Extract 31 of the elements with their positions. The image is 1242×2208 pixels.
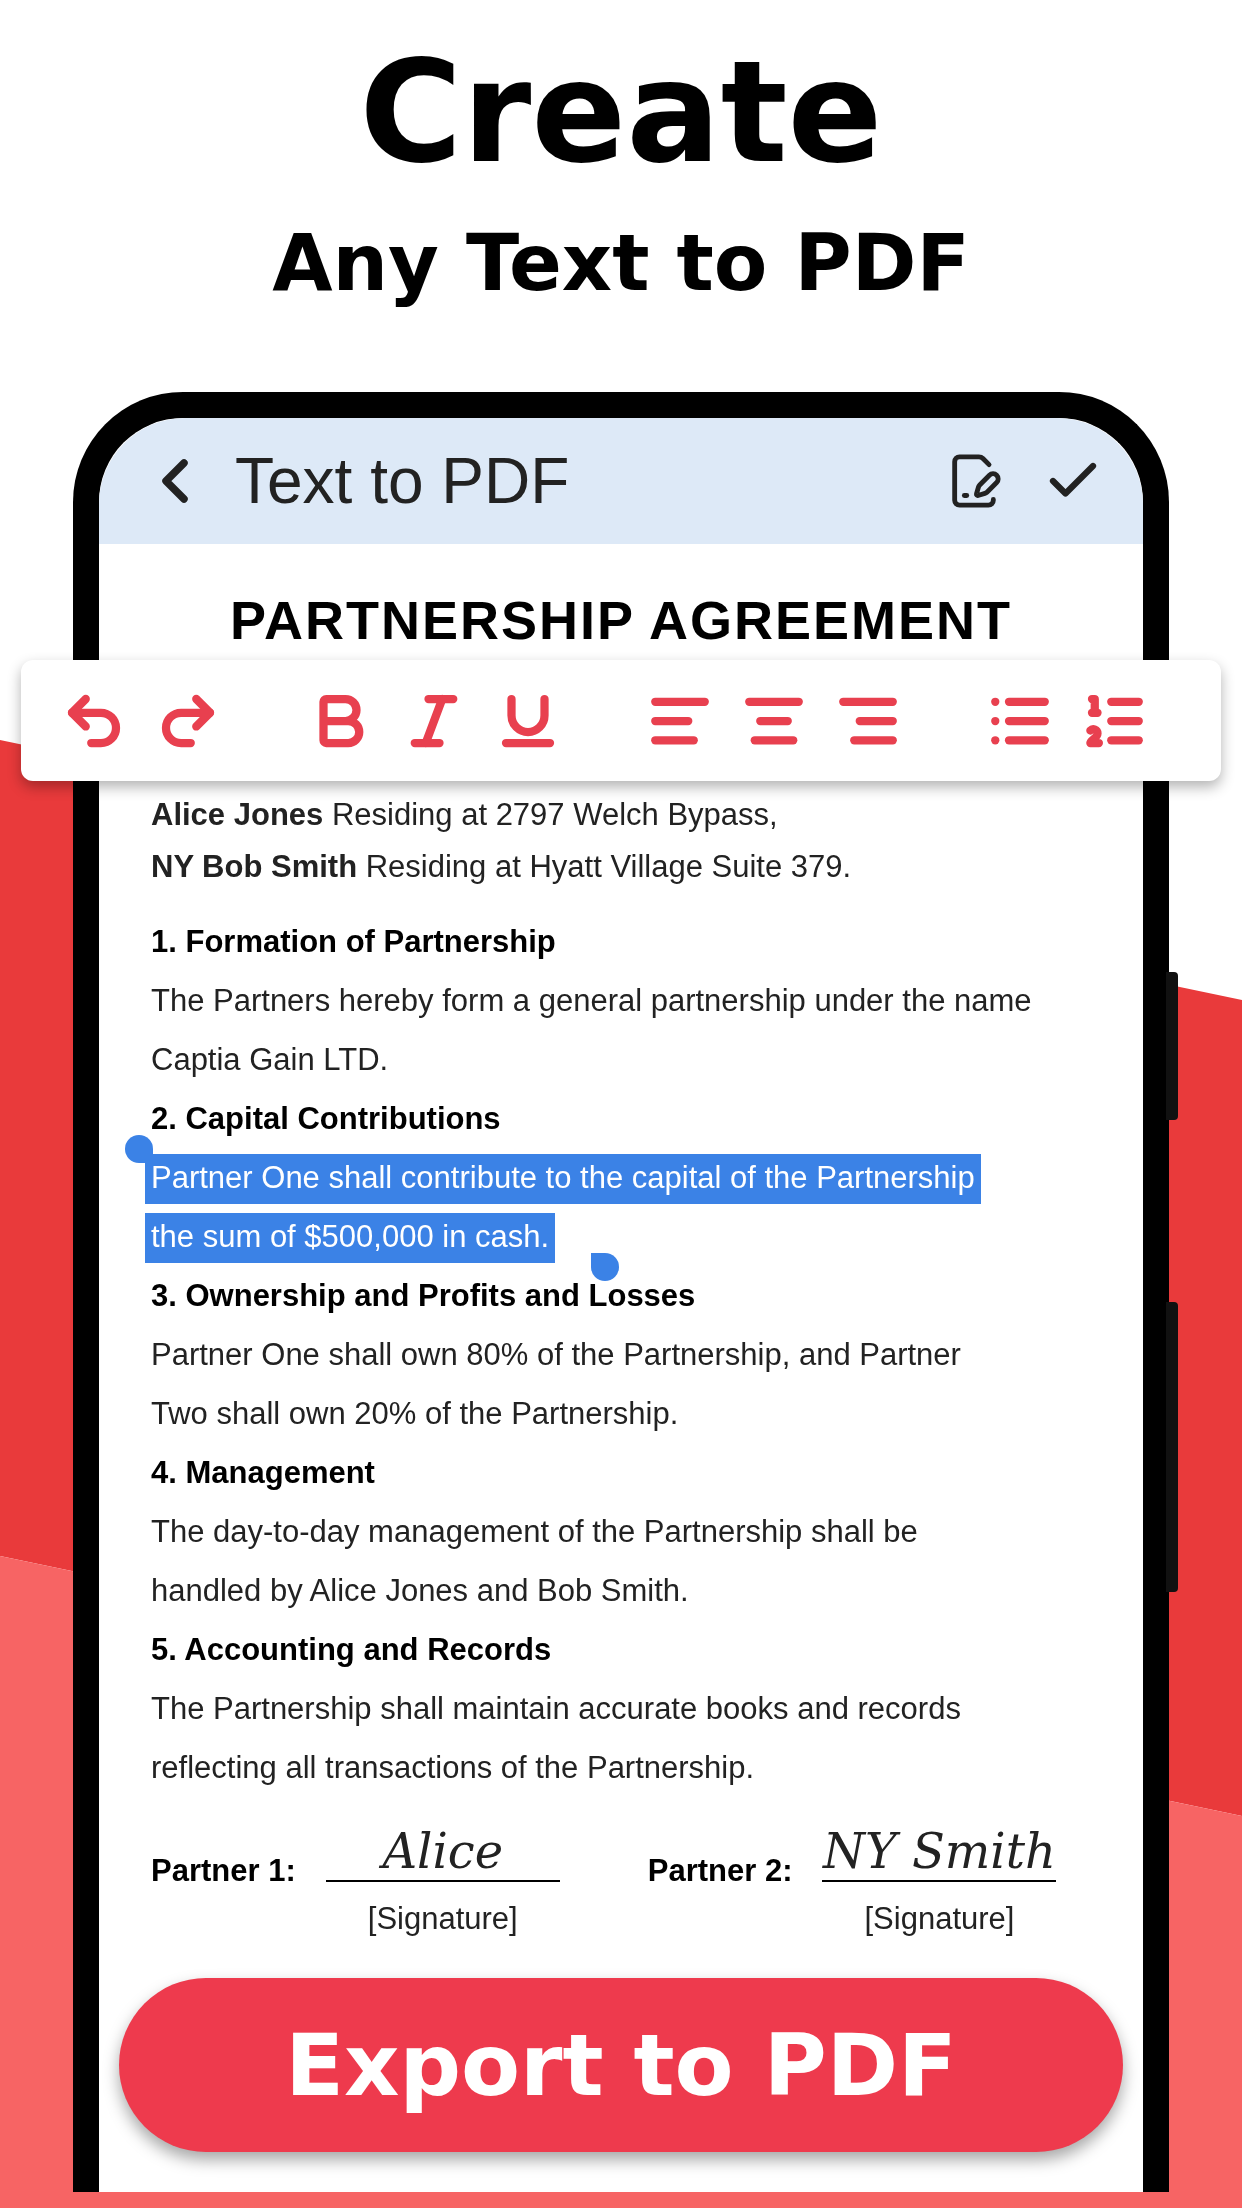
section-heading: 2. Capital Contributions	[151, 1100, 502, 1139]
subheadline: Any Text to PDF	[272, 217, 970, 310]
headline: Create	[359, 30, 883, 196]
section-heading: 3. Ownership and Profits and Losses	[151, 1277, 697, 1316]
signature-label: Partner 1:	[151, 1852, 296, 1890]
signature-caption: [Signature]	[367, 1900, 518, 1938]
body-text: Partner One shall own 80% of the Partnership, and Partner	[151, 1336, 961, 1375]
body-text: handled by Alice Jones and Bob Smith.	[151, 1572, 689, 1611]
body-text: Captia Gain LTD.	[151, 1041, 389, 1080]
signature-line[interactable]: NY Smith	[822, 1814, 1057, 1882]
document-title: PARTNERSHIP AGREEMENT	[228, 589, 1014, 652]
selection-handle[interactable]	[591, 1253, 619, 1281]
body-text: The Partnership shall maintain accurate books and records	[151, 1690, 961, 1729]
body-text: The Partners hereby form a general partnership under the name	[151, 982, 1032, 1021]
signature-caption: [Signature]	[864, 1900, 1015, 1938]
handwritten-signature: NY Smith	[823, 1822, 1056, 1880]
body-text: NY Bob Smith Residing at Hyatt Village Suite 379.	[151, 847, 853, 886]
selection-handle[interactable]	[125, 1135, 153, 1163]
selected-text: Partner One shall contribute to the capital of the Partnership	[145, 1153, 981, 1204]
body-text: Alice Jones Residing at 2797 Welch Bypass,	[151, 795, 779, 834]
signature-line[interactable]: Alice	[325, 1814, 560, 1882]
signature-label: Partner 2:	[647, 1852, 793, 1890]
app-bar-title: Text to PDF	[235, 444, 570, 519]
body-text: Two shall own 20% of the Partnership.	[151, 1395, 679, 1434]
section-heading: 1. Formation of Partnership	[151, 923, 557, 962]
export-button[interactable]: Export to PDF	[119, 1978, 1123, 2152]
body-text: The day-to-day management of the Partnership shall be	[151, 1513, 918, 1552]
selected-text: the sum of $500,000 in cash.	[145, 1212, 556, 1263]
section-heading: 4. Management	[151, 1454, 376, 1493]
body-text: reflecting all transactions of the Partnership.	[151, 1749, 755, 1788]
section-heading: 5. Accounting and Records	[151, 1631, 553, 1670]
